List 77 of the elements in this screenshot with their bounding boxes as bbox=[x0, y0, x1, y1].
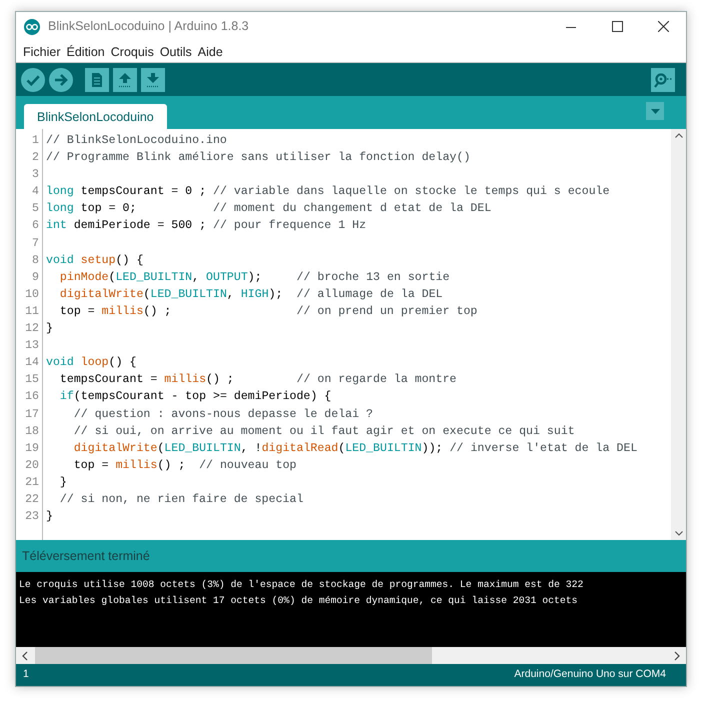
code-line: // Programme Blink améliore sans utiliser la fonction delay() bbox=[46, 150, 472, 166]
serial-monitor-icon bbox=[651, 68, 675, 92]
code-line: } bbox=[46, 509, 54, 526]
code-line: // si oui, on arrive au moment ou il faut agir et on execute ce qui suit bbox=[72, 424, 576, 440]
line-number: 21 bbox=[24, 474, 40, 491]
line-number: 6 bbox=[31, 218, 40, 234]
scrollbar-thumb[interactable] bbox=[35, 647, 432, 664]
line-number: 19 bbox=[24, 440, 40, 457]
line-number: 18 bbox=[24, 424, 40, 440]
line-number: 22 bbox=[24, 492, 40, 508]
code-line: long tempsCourant = 0 ; // variable dans laquelle on stocke le temps qui s ecoule bbox=[46, 184, 611, 200]
console-line: Le croquis utilise 1008 octets (3%) de l'espace de stockage de programmes. Le maximum est de 322 bbox=[19, 578, 584, 592]
code-line: top = millis() ; // on prend un premier top bbox=[58, 304, 478, 320]
close-icon bbox=[658, 21, 668, 32]
menu-item[interactable]: Croquis bbox=[108, 42, 157, 62]
line-number: 7 bbox=[31, 236, 40, 252]
menu-item[interactable]: Outils bbox=[156, 42, 195, 62]
code-line: int demiPeriode = 500 ; // pour frequence 1 Hz bbox=[46, 218, 368, 234]
line-number: 8 bbox=[31, 252, 40, 269]
line-number: 15 bbox=[24, 372, 40, 388]
scroll-left-icon[interactable] bbox=[22, 650, 28, 660]
window-title: BlinkSelonLocoduino | Arduino 1.8.3 bbox=[48, 18, 249, 36]
line-number: 1 bbox=[31, 133, 40, 149]
new-file-icon bbox=[85, 68, 109, 92]
verify-icon bbox=[21, 68, 45, 92]
code-line: top = millis() ; // nouveau top bbox=[72, 458, 298, 474]
menu-item[interactable]: Fichier bbox=[20, 42, 64, 62]
console-line: Les variables globales utilisent 17 octets (0%) de mémoire dynamique, ce qui laisse 2031 octets bbox=[19, 594, 579, 608]
line-number: 13 bbox=[24, 338, 40, 354]
code-line: pinMode(LED_BUILTIN, OUTPUT); // broche 13 en sortie bbox=[58, 270, 451, 286]
tab-menu-button[interactable] bbox=[646, 102, 664, 120]
line-indicator: 1 bbox=[23, 667, 29, 682]
serial-monitor-button[interactable] bbox=[651, 68, 675, 92]
line-number: 11 bbox=[24, 304, 40, 320]
new-file-button[interactable] bbox=[85, 68, 109, 92]
line-number: 3 bbox=[31, 167, 40, 184]
board-port-label: Arduino/Genuino Uno sur COM4 bbox=[514, 667, 666, 682]
code-line: // si non, ne rien faire de special bbox=[58, 492, 304, 508]
code-line: void loop() { bbox=[46, 355, 138, 372]
save-arrow-button[interactable] bbox=[141, 68, 165, 92]
line-number: 5 bbox=[31, 201, 40, 218]
line-number: 12 bbox=[24, 321, 40, 338]
upload-button[interactable] bbox=[49, 68, 73, 92]
horizontal-scrollbar[interactable] bbox=[16, 647, 686, 664]
line-number: 23 bbox=[24, 509, 40, 526]
verify-button[interactable] bbox=[21, 68, 45, 92]
code-line: digitalWrite(LED_BUILTIN, !digitalRead(LED_BUILTIN)); // inverse l'etat de la DEL bbox=[72, 440, 638, 457]
menu-item[interactable]: Édition bbox=[64, 42, 108, 62]
code-line: // question : avons-nous depasse le delai ? bbox=[72, 406, 374, 422]
line-number: 16 bbox=[24, 389, 40, 406]
caret-icon bbox=[650, 108, 660, 114]
open-arrow-button[interactable] bbox=[113, 68, 137, 92]
status-message: Téléversement terminé bbox=[22, 548, 150, 565]
code-line: // BlinkSelonLocoduino.ino bbox=[46, 133, 228, 149]
code-line: void setup() { bbox=[46, 252, 144, 269]
scroll-up-icon[interactable] bbox=[674, 133, 682, 139]
app-logo-icon bbox=[24, 18, 40, 34]
scroll-right-icon[interactable] bbox=[674, 650, 680, 660]
code-line: } bbox=[46, 321, 54, 338]
line-number: 14 bbox=[24, 355, 40, 372]
line-number: 20 bbox=[24, 458, 40, 474]
code-line: if(tempsCourant - top >= demiPeriode) { bbox=[58, 389, 332, 406]
vertical-scrollbar[interactable] bbox=[671, 129, 686, 540]
code-line: } bbox=[58, 474, 68, 491]
line-number: 17 bbox=[24, 406, 40, 422]
code-line: digitalWrite(LED_BUILTIN, HIGH); // allumage de la DEL bbox=[58, 286, 444, 303]
file-tab[interactable]: BlinkSelonLocoduino bbox=[24, 104, 167, 132]
code-line: long top = 0; // moment du changement d etat de la DEL bbox=[46, 201, 492, 218]
line-number: 2 bbox=[31, 150, 40, 166]
line-number: 4 bbox=[31, 184, 40, 200]
upload-icon bbox=[49, 68, 73, 92]
line-number: 10 bbox=[24, 286, 40, 303]
scroll-down-icon[interactable] bbox=[674, 530, 682, 536]
code-line: tempsCourant = millis() ; // on regarde la montre bbox=[58, 372, 458, 388]
line-number: 9 bbox=[31, 270, 40, 286]
menu-item[interactable]: Aide bbox=[194, 42, 226, 62]
maximize-icon bbox=[612, 21, 622, 32]
